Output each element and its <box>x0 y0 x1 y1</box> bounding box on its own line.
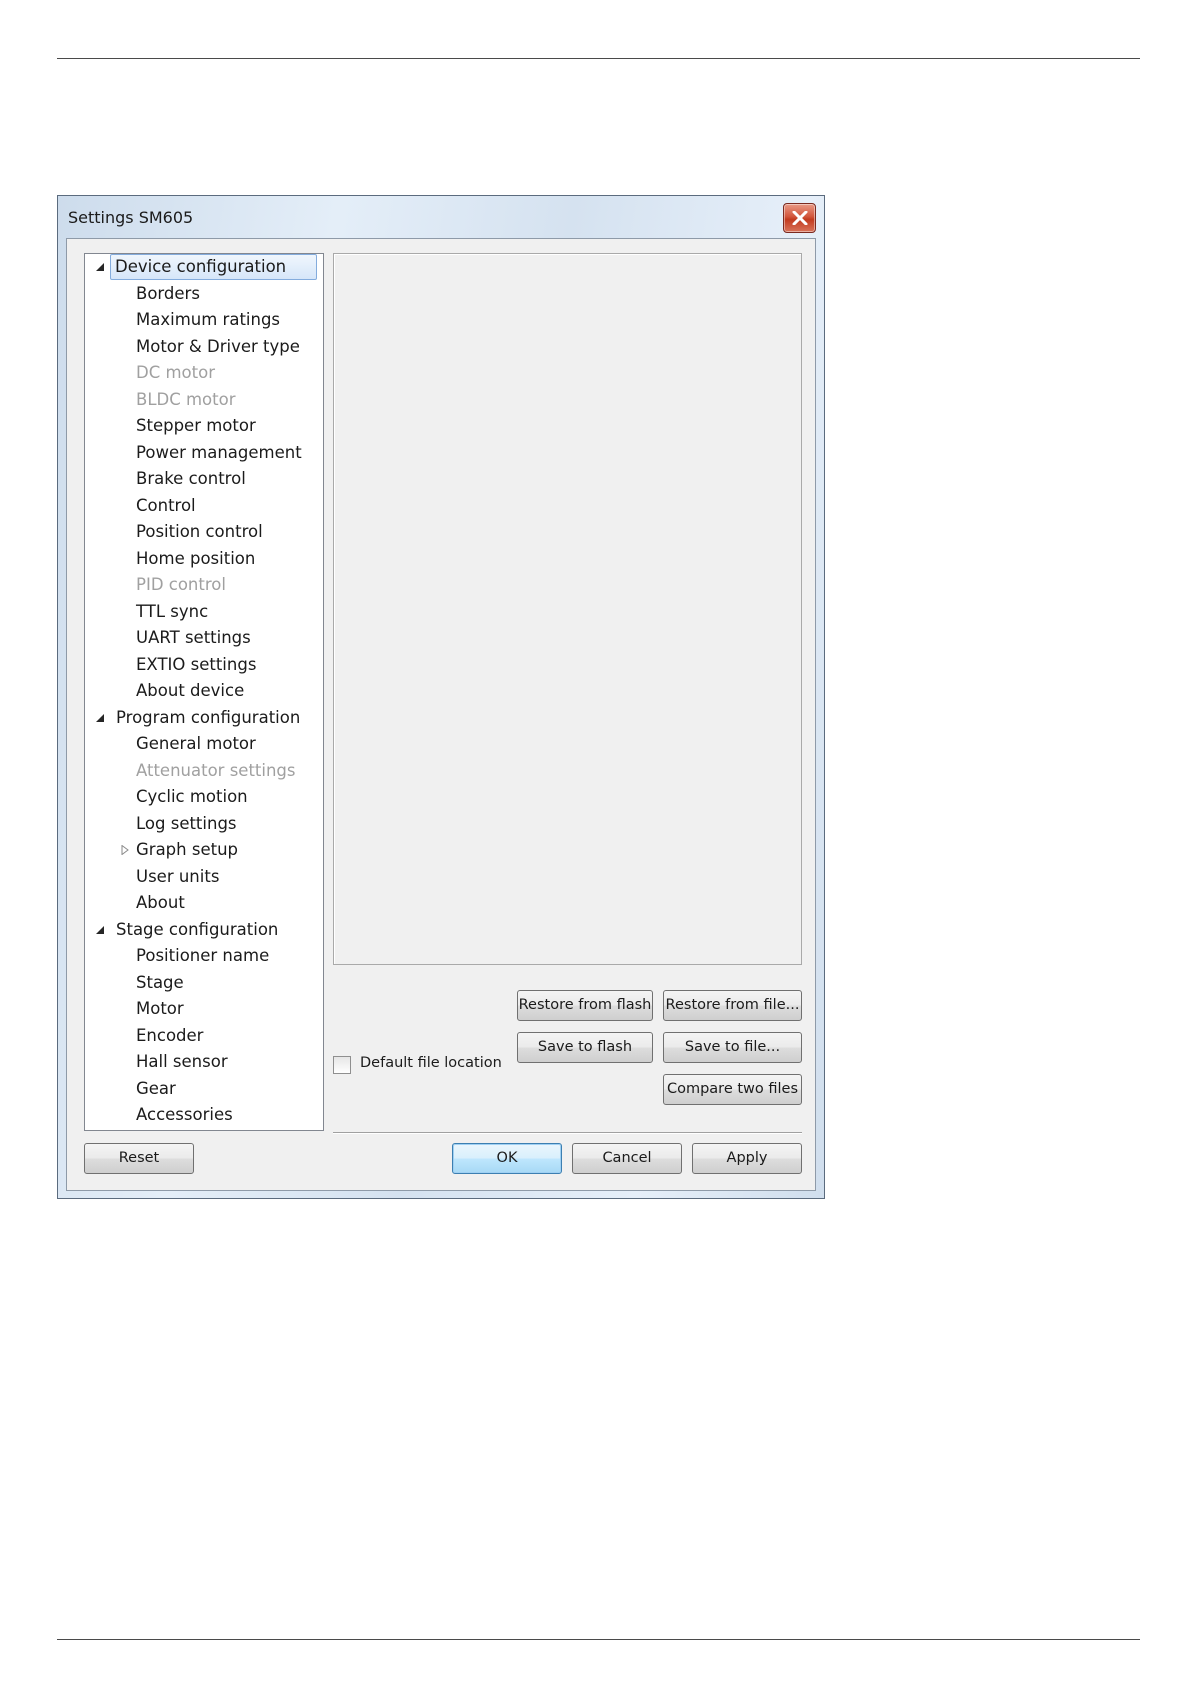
tree-item-position-control[interactable]: Position control <box>85 519 323 545</box>
tree-item-label: Motor & Driver type <box>136 336 300 356</box>
tree-item-extio-settings[interactable]: EXTIO settings <box>85 652 323 678</box>
tree-item-gear[interactable]: Gear <box>85 1076 323 1102</box>
tree-item-label: EXTIO settings <box>136 654 257 674</box>
tree-item-about-device[interactable]: About device <box>85 678 323 704</box>
tree-item-brake-control[interactable]: Brake control <box>85 466 323 492</box>
tree-item-label: BLDC motor <box>136 389 236 409</box>
tree-item-label: General motor <box>136 734 256 753</box>
tree-item-label: Accessories <box>136 1105 233 1124</box>
tree-item-label: Hall sensor <box>136 1052 228 1071</box>
tree-item-label: Gear <box>136 1078 176 1098</box>
tree-item-label: About <box>136 893 185 912</box>
tree-item-label: Motor <box>136 999 184 1018</box>
tree-item-label: Attenuator settings <box>136 760 296 780</box>
collapsed-triangle-icon[interactable] <box>118 837 132 863</box>
window-title: Settings SM605 <box>68 208 194 227</box>
tree-item-label: Device configuration <box>110 254 317 280</box>
ok-button[interactable]: OK <box>452 1143 562 1174</box>
tree-item-device-configuration[interactable]: Device configuration <box>85 254 323 280</box>
tree-item-label: Home position <box>136 548 256 568</box>
tree-item-label: User units <box>136 866 220 886</box>
dialog-client-area: Device configuration Borders Maximum ratin… <box>66 238 816 1191</box>
tree-item-attenuator-settings[interactable]: Attenuator settings <box>85 758 323 784</box>
tree-item-label: Stage <box>136 972 184 992</box>
tree-item-ttl-sync[interactable]: TTL sync <box>85 599 323 625</box>
tree-item-accessories[interactable]: Accessories <box>85 1102 323 1128</box>
footer-separator <box>333 1132 802 1134</box>
expanded-triangle-icon[interactable] <box>93 254 107 280</box>
expanded-triangle-icon[interactable] <box>93 705 107 731</box>
tree-item-label: TTL sync <box>136 601 209 621</box>
tree-item-stage[interactable]: Stage <box>85 970 323 996</box>
tree-item-label: About device <box>136 681 245 700</box>
page-footer-rule <box>57 1639 1140 1640</box>
tree-item-label: Positioner name <box>136 946 270 965</box>
tree-item-label: Brake control <box>136 469 246 488</box>
tree-item-stepper-motor[interactable]: Stepper motor <box>85 413 323 439</box>
tree-item-control[interactable]: Control <box>85 493 323 519</box>
settings-dialog: Settings SM605 Device configuration Borde… <box>57 195 825 1199</box>
tree-item-label: DC motor <box>136 363 215 382</box>
tree-item-stage-configuration[interactable]: Stage configuration <box>85 917 323 943</box>
tree-item-label: Position control <box>136 522 263 541</box>
reset-button[interactable]: Reset <box>84 1143 194 1174</box>
page-header-rule <box>57 58 1140 59</box>
title-bar[interactable]: Settings SM605 <box>58 196 824 238</box>
tree-item-graph-setup[interactable]: Graph setup <box>85 837 323 863</box>
tree-item-label: Stage configuration <box>116 919 279 939</box>
tree-item-general-motor[interactable]: General motor <box>85 731 323 757</box>
tree-item-label: Control <box>136 495 196 515</box>
tree-item-hall-sensor[interactable]: Hall sensor <box>85 1049 323 1075</box>
tree-item-program-configuration[interactable]: Program configuration <box>85 705 323 731</box>
close-button[interactable] <box>783 203 816 233</box>
close-x-icon <box>792 211 808 225</box>
settings-tree[interactable]: Device configuration Borders Maximum ratin… <box>84 253 324 1131</box>
tree-item-about[interactable]: About <box>85 890 323 916</box>
tree-item-power-management[interactable]: Power management <box>85 440 323 466</box>
cancel-button[interactable]: Cancel <box>572 1143 682 1174</box>
save-to-file-button[interactable]: Save to file... <box>663 1032 802 1063</box>
tree-item-encoder[interactable]: Encoder <box>85 1023 323 1049</box>
tree-item-label: Program configuration <box>116 707 301 727</box>
expanded-triangle-icon[interactable] <box>93 917 107 943</box>
tree-item-label: Maximum ratings <box>136 310 281 329</box>
tree-item-user-units[interactable]: User units <box>85 864 323 890</box>
tree-item-label: Graph setup <box>136 840 239 859</box>
tree-item-pid-control[interactable]: PID control <box>85 572 323 598</box>
tree-item-label: Log settings <box>136 813 237 833</box>
tree-item-positioner-name[interactable]: Positioner name <box>85 943 323 969</box>
tree-item-label: PID control <box>136 575 226 594</box>
tree-item-motor-and-driver-type[interactable]: Motor & Driver type <box>85 334 323 360</box>
tree-item-label: Stepper motor <box>136 416 256 435</box>
tree-item-log-settings[interactable]: Log settings <box>85 811 323 837</box>
apply-button[interactable]: Apply <box>692 1143 802 1174</box>
tree-item-label: Power management <box>136 442 302 462</box>
tree-item-uart-settings[interactable]: UART settings <box>85 625 323 651</box>
tree-item-bldc-motor[interactable]: BLDC motor <box>85 387 323 413</box>
tree-item-label: Cyclic motion <box>136 787 248 806</box>
tree-item-cyclic-motion[interactable]: Cyclic motion <box>85 784 323 810</box>
compare-two-files-button[interactable]: Compare two files <box>663 1074 802 1105</box>
tree-item-maximum-ratings[interactable]: Maximum ratings <box>85 307 323 333</box>
tree-item-label: Borders <box>136 283 200 303</box>
tree-item-home-position[interactable]: Home position <box>85 546 323 572</box>
default-file-location-checkbox[interactable] <box>333 1056 351 1074</box>
tree-item-label: Encoder <box>136 1025 204 1045</box>
restore-from-file-button[interactable]: Restore from file... <box>663 990 802 1021</box>
default-file-location-label: Default file location <box>360 1055 502 1071</box>
tree-item-label: UART settings <box>136 628 251 647</box>
tree-item-borders[interactable]: Borders <box>85 281 323 307</box>
tree-item-motor[interactable]: Motor <box>85 996 323 1022</box>
save-to-flash-button[interactable]: Save to flash <box>517 1032 653 1063</box>
restore-from-flash-button[interactable]: Restore from flash <box>517 990 653 1021</box>
settings-content-panel <box>333 253 802 965</box>
tree-item-dc-motor[interactable]: DC motor <box>85 360 323 386</box>
